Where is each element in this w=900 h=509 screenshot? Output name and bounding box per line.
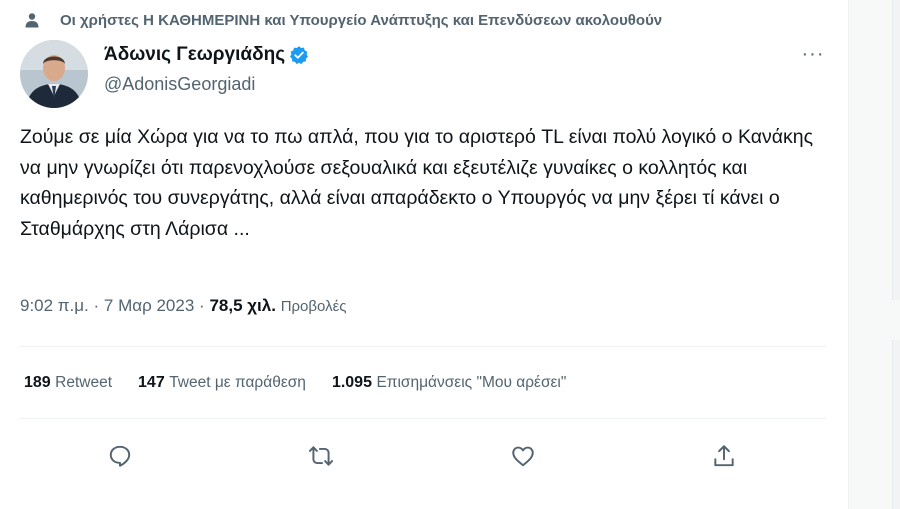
tweet-meta: 9:02 π.μ. · 7 Μαρ 2023 · 78,5 χιλ. Προβο… [20,296,347,316]
verified-badge-icon [290,46,309,65]
share-button[interactable] [704,436,744,476]
author-handle[interactable]: @AdonisGeorgiadi [104,74,255,95]
like-icon [512,446,534,467]
views-label: Προβολές [280,298,347,315]
meta-separator: · [93,296,100,315]
stat-quote-tweets-count: 147 [138,374,165,391]
author-name-text: Άδωνις Γεωργιάδης [104,44,286,65]
meta-separator-2: · [199,296,205,315]
tweet-actions [20,436,826,476]
stat-retweets-label: Retweet [55,374,113,391]
right-panel-card-lower [892,340,900,509]
reply-button[interactable] [100,436,140,476]
tweet-date[interactable]: 7 Μαρ 2023 [104,296,194,315]
stat-quote-tweets-label: Tweet με παράθεση [169,374,306,391]
stat-retweets[interactable]: 189 Retweet [24,374,112,392]
divider [20,418,826,419]
stat-retweets-count: 189 [24,374,51,391]
like-button[interactable] [503,436,543,476]
engagement-stats: 189 Retweet 147 Tweet με παράθεση 1.095 … [24,374,592,392]
avatar[interactable] [20,40,88,108]
author-name[interactable]: Άδωνις Γεωργιάδης [104,44,309,66]
stat-likes-label: Επισημάνσεις "Μου αρέσει" [376,374,567,391]
retweet-button[interactable] [301,436,341,476]
views-count: 78,5 χιλ. [209,296,276,315]
stat-quote-tweets[interactable]: 147 Tweet με παράθεση [138,374,306,392]
more-options-button[interactable]: ··· [796,44,830,70]
stat-likes-count: 1.095 [331,374,372,391]
tweet-text: Ζούμε σε μία Χώρα για να το πω απλά, που… [20,126,813,240]
retweet-icon [308,446,334,466]
tweet-time[interactable]: 9:02 π.μ. [20,296,89,315]
person-icon [25,13,39,28]
avatar-image [20,40,88,108]
share-icon [714,445,734,467]
right-panel-card [892,0,900,300]
stat-likes[interactable]: 1.095 Επισημάνσεις "Μου αρέσει" [332,374,566,392]
reply-icon [109,445,131,467]
social-context[interactable]: Οι χρήστες Η ΚΑΘΗΜΕΡΙΝΗ και Υπουργείο Αν… [20,8,662,32]
social-context-text: Οι χρήστες Η ΚΑΘΗΜΕΡΙΝΗ και Υπουργείο Αν… [60,11,663,29]
divider [20,346,826,347]
